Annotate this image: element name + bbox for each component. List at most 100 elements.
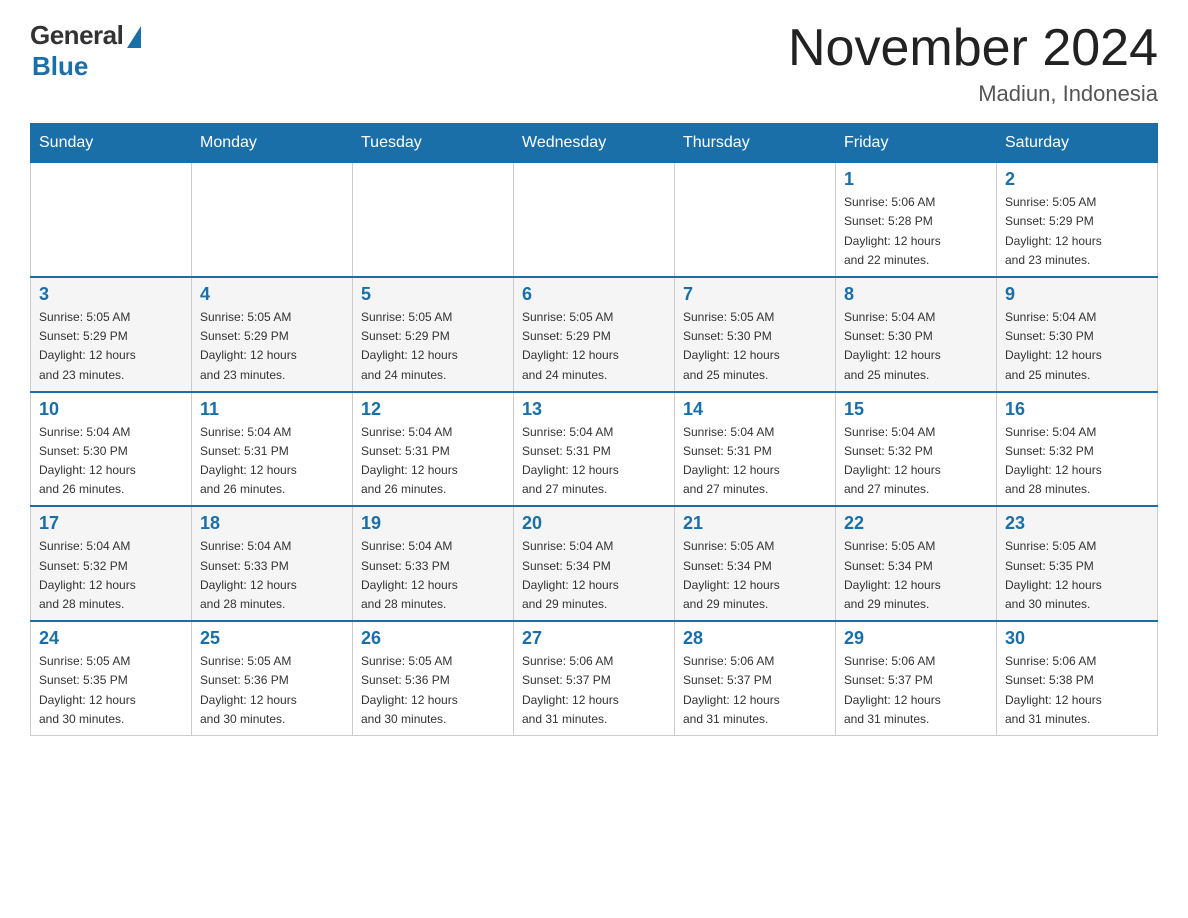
day-info: Sunrise: 5:04 AM Sunset: 5:30 PM Dayligh…: [1005, 308, 1149, 385]
calendar-cell: 21 Sunrise: 5:05 AM Sunset: 5:34 PM Dayli…: [675, 506, 836, 621]
day-number: 20: [522, 513, 666, 534]
location: Madiun, Indonesia: [788, 81, 1158, 107]
calendar-week-row: 1 Sunrise: 5:06 AM Sunset: 5:28 PM Daylig…: [31, 163, 1158, 277]
day-info: Sunrise: 5:06 AM Sunset: 5:37 PM Dayligh…: [844, 652, 988, 729]
calendar-cell: 3 Sunrise: 5:05 AM Sunset: 5:29 PM Daylig…: [31, 277, 192, 392]
calendar-cell: 8 Sunrise: 5:04 AM Sunset: 5:30 PM Daylig…: [836, 277, 997, 392]
day-number: 4: [200, 284, 344, 305]
day-number: 27: [522, 628, 666, 649]
day-number: 16: [1005, 399, 1149, 420]
calendar-cell: 2Sunrise: 5:05 AM Sunset: 5:29 PM Daylig…: [997, 163, 1158, 277]
calendar-cell: 20Sunrise: 5:04 AM Sunset: 5:34 PM Dayli…: [514, 506, 675, 621]
weekday-header-monday: Monday: [192, 124, 353, 163]
day-number: 15: [844, 399, 988, 420]
calendar-cell: 13 Sunrise: 5:04 AM Sunset: 5:31 PM Dayli…: [514, 392, 675, 507]
day-number: 6: [522, 284, 666, 305]
day-number: 14: [683, 399, 827, 420]
day-info: Sunrise: 5:05 AM Sunset: 5:35 PM Dayligh…: [39, 652, 183, 729]
calendar-cell: 24 Sunrise: 5:05 AM Sunset: 5:35 PM Dayli…: [31, 621, 192, 735]
calendar-cell: 9 Sunrise: 5:04 AM Sunset: 5:30 PM Daylig…: [997, 277, 1158, 392]
weekday-header-sunday: Sunday: [31, 124, 192, 163]
calendar-cell: 10 Sunrise: 5:04 AM Sunset: 5:30 PM Dayli…: [31, 392, 192, 507]
day-info: Sunrise: 5:05 AM Sunset: 5:34 PM Dayligh…: [844, 537, 988, 614]
day-number: 1: [844, 169, 988, 190]
header: General Blue November 2024 Madiun, Indon…: [30, 20, 1158, 107]
calendar-cell: 11 Sunrise: 5:04 AM Sunset: 5:31 PM Dayli…: [192, 392, 353, 507]
calendar-cell: 4 Sunrise: 5:05 AM Sunset: 5:29 PM Daylig…: [192, 277, 353, 392]
day-info: Sunrise: 5:04 AM Sunset: 5:30 PM Dayligh…: [844, 308, 988, 385]
calendar-cell: 7 Sunrise: 5:05 AM Sunset: 5:30 PM Daylig…: [675, 277, 836, 392]
day-number: 7: [683, 284, 827, 305]
month-title: November 2024: [788, 20, 1158, 77]
day-info: Sunrise: 5:05 AM Sunset: 5:36 PM Dayligh…: [361, 652, 505, 729]
day-number: 9: [1005, 284, 1149, 305]
day-info: Sunrise: 5:04 AM Sunset: 5:31 PM Dayligh…: [522, 423, 666, 500]
calendar-cell: 12Sunrise: 5:04 AM Sunset: 5:31 PM Dayli…: [353, 392, 514, 507]
day-number: 13: [522, 399, 666, 420]
day-number: 18: [200, 513, 344, 534]
calendar-cell: 1 Sunrise: 5:06 AM Sunset: 5:28 PM Daylig…: [836, 163, 997, 277]
logo: General Blue: [30, 20, 141, 82]
day-info: Sunrise: 5:04 AM Sunset: 5:31 PM Dayligh…: [200, 423, 344, 500]
calendar-week-row: 10 Sunrise: 5:04 AM Sunset: 5:30 PM Dayli…: [31, 392, 1158, 507]
day-info: Sunrise: 5:04 AM Sunset: 5:33 PM Dayligh…: [361, 537, 505, 614]
logo-general-text: General: [30, 20, 123, 51]
day-info: Sunrise: 5:05 AM Sunset: 5:35 PM Dayligh…: [1005, 537, 1149, 614]
calendar-cell: [675, 163, 836, 277]
day-info: Sunrise: 5:04 AM Sunset: 5:32 PM Dayligh…: [39, 537, 183, 614]
day-number: 23: [1005, 513, 1149, 534]
day-info: Sunrise: 5:05 AM Sunset: 5:30 PM Dayligh…: [683, 308, 827, 385]
calendar-cell: 25 Sunrise: 5:05 AM Sunset: 5:36 PM Dayli…: [192, 621, 353, 735]
day-number: 19: [361, 513, 505, 534]
day-number: 8: [844, 284, 988, 305]
day-info: Sunrise: 5:05 AM Sunset: 5:29 PM Dayligh…: [200, 308, 344, 385]
day-info: Sunrise: 5:04 AM Sunset: 5:33 PM Dayligh…: [200, 537, 344, 614]
day-info: Sunrise: 5:04 AM Sunset: 5:31 PM Dayligh…: [683, 423, 827, 500]
calendar-cell: [514, 163, 675, 277]
calendar-week-row: 3 Sunrise: 5:05 AM Sunset: 5:29 PM Daylig…: [31, 277, 1158, 392]
day-number: 25: [200, 628, 344, 649]
day-number: 17: [39, 513, 183, 534]
weekday-header-wednesday: Wednesday: [514, 124, 675, 163]
calendar-week-row: 24 Sunrise: 5:05 AM Sunset: 5:35 PM Dayli…: [31, 621, 1158, 735]
calendar-cell: [353, 163, 514, 277]
day-number: 21: [683, 513, 827, 534]
day-number: 11: [200, 399, 344, 420]
day-number: 10: [39, 399, 183, 420]
weekday-header-tuesday: Tuesday: [353, 124, 514, 163]
calendar-cell: 18 Sunrise: 5:04 AM Sunset: 5:33 PM Dayli…: [192, 506, 353, 621]
day-number: 22: [844, 513, 988, 534]
calendar-cell: 28 Sunrise: 5:06 AM Sunset: 5:37 PM Dayli…: [675, 621, 836, 735]
calendar-cell: 29 Sunrise: 5:06 AM Sunset: 5:37 PM Dayli…: [836, 621, 997, 735]
day-number: 24: [39, 628, 183, 649]
day-number: 5: [361, 284, 505, 305]
day-info: Sunrise: 5:05 AM Sunset: 5:29 PM Dayligh…: [361, 308, 505, 385]
day-number: 3: [39, 284, 183, 305]
day-info: Sunrise: 5:05 AM Sunset: 5:34 PM Dayligh…: [683, 537, 827, 614]
calendar-table: SundayMondayTuesdayWednesdayThursdayFrid…: [30, 123, 1158, 736]
day-info: Sunrise: 5:04 AM Sunset: 5:30 PM Dayligh…: [39, 423, 183, 500]
day-info: Sunrise: 5:05 AM Sunset: 5:36 PM Dayligh…: [200, 652, 344, 729]
calendar-cell: 27 Sunrise: 5:06 AM Sunset: 5:37 PM Dayli…: [514, 621, 675, 735]
calendar-cell: 30 Sunrise: 5:06 AM Sunset: 5:38 PM Dayli…: [997, 621, 1158, 735]
day-number: 28: [683, 628, 827, 649]
calendar-cell: 23 Sunrise: 5:05 AM Sunset: 5:35 PM Dayli…: [997, 506, 1158, 621]
day-info: Sunrise: 5:04 AM Sunset: 5:31 PM Dayligh…: [361, 423, 505, 500]
calendar-cell: 15 Sunrise: 5:04 AM Sunset: 5:32 PM Dayli…: [836, 392, 997, 507]
calendar-week-row: 17 Sunrise: 5:04 AM Sunset: 5:32 PM Dayli…: [31, 506, 1158, 621]
day-info: Sunrise: 5:06 AM Sunset: 5:28 PM Dayligh…: [844, 193, 988, 270]
day-number: 26: [361, 628, 505, 649]
day-info: Sunrise: 5:05 AM Sunset: 5:29 PM Dayligh…: [1005, 193, 1149, 270]
day-info: Sunrise: 5:04 AM Sunset: 5:32 PM Dayligh…: [1005, 423, 1149, 500]
day-number: 29: [844, 628, 988, 649]
calendar-cell: 5 Sunrise: 5:05 AM Sunset: 5:29 PM Daylig…: [353, 277, 514, 392]
weekday-header-row: SundayMondayTuesdayWednesdayThursdayFrid…: [31, 124, 1158, 163]
day-info: Sunrise: 5:04 AM Sunset: 5:32 PM Dayligh…: [844, 423, 988, 500]
day-info: Sunrise: 5:06 AM Sunset: 5:37 PM Dayligh…: [522, 652, 666, 729]
day-info: Sunrise: 5:06 AM Sunset: 5:37 PM Dayligh…: [683, 652, 827, 729]
day-info: Sunrise: 5:06 AM Sunset: 5:38 PM Dayligh…: [1005, 652, 1149, 729]
day-number: 30: [1005, 628, 1149, 649]
day-info: Sunrise: 5:05 AM Sunset: 5:29 PM Dayligh…: [522, 308, 666, 385]
calendar-cell: [192, 163, 353, 277]
day-info: Sunrise: 5:05 AM Sunset: 5:29 PM Dayligh…: [39, 308, 183, 385]
